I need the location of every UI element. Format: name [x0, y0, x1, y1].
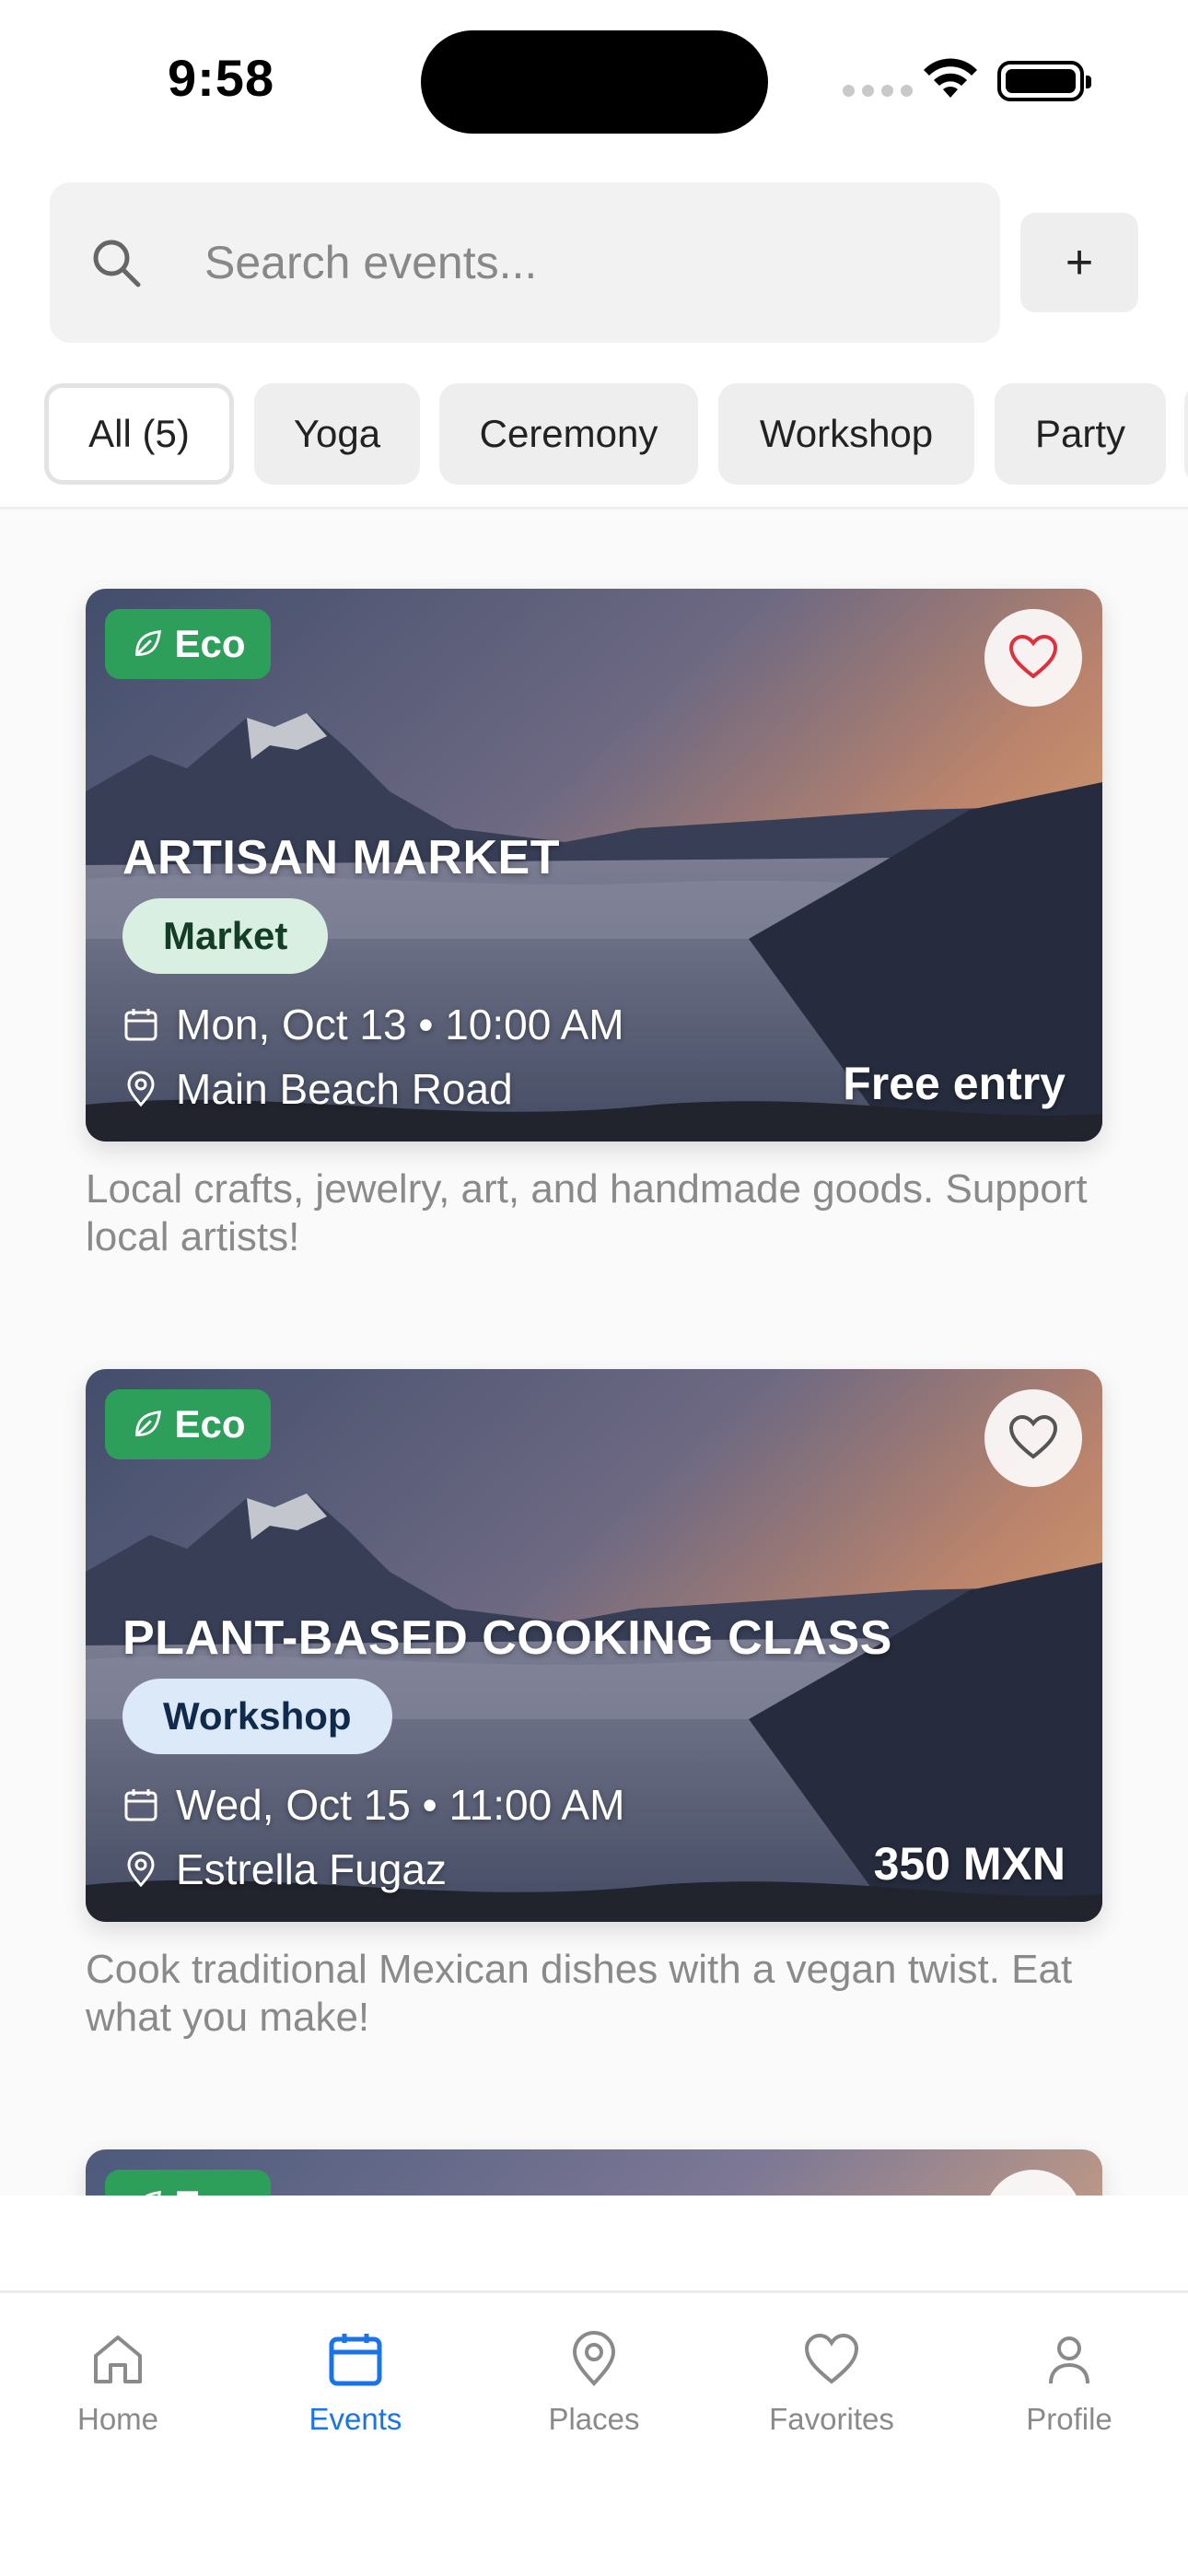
tab-events-label: Events	[309, 2402, 402, 2436]
filter-chip-yoga[interactable]: Yoga	[254, 383, 420, 485]
event-price: Free entry	[843, 1058, 1066, 1109]
event-card[interactable]: Eco PLANT-BASED COOKING CLASS Workshop W…	[86, 1369, 1102, 2042]
status-bar: 9:58	[0, 0, 1188, 157]
tab-home[interactable]: Home	[17, 2330, 219, 2468]
tab-favorites[interactable]: Favorites	[730, 2330, 933, 2468]
event-image: Eco ARTISAN MARKET Market Mon, Oct 13 • …	[86, 589, 1102, 1142]
event-location-text: Estrella Fugaz	[176, 1845, 448, 1893]
search-bar[interactable]	[50, 182, 1000, 343]
event-list[interactable]: Eco ARTISAN MARKET Market Mon, Oct 13 • …	[0, 509, 1188, 2195]
filter-chip-party[interactable]: Party	[995, 383, 1166, 485]
event-datetime: Mon, Oct 13 • 10:00 AM	[122, 1000, 624, 1049]
tab-places-label: Places	[548, 2402, 640, 2436]
event-datetime-text: Mon, Oct 13 • 10:00 AM	[176, 1001, 624, 1048]
search-icon	[93, 240, 141, 287]
events-screen: 9:58 + All (5) Yoga Ceremony Workshop Pa…	[0, 0, 1188, 2576]
event-image: Eco	[86, 2149, 1102, 2195]
home-icon	[94, 2336, 142, 2383]
tab-places[interactable]: Places	[493, 2330, 695, 2468]
heart-outline-icon	[1008, 1414, 1058, 1459]
leaf-icon	[135, 1411, 162, 1436]
user-icon	[1049, 2336, 1089, 2384]
event-title: ARTISAN MARKET	[122, 831, 560, 884]
tab-home-label: Home	[76, 2402, 159, 2436]
eco-badge-label: Eco	[174, 1402, 246, 1446]
filter-chip-all[interactable]: All (5)	[44, 383, 234, 485]
event-image: Eco PLANT-BASED COOKING CLASS Workshop W…	[86, 1369, 1102, 1922]
leaf-icon	[135, 630, 162, 656]
calendar-icon	[329, 2334, 382, 2386]
favorite-button[interactable]	[984, 609, 1082, 707]
filter-chip-more[interactable]	[1184, 383, 1188, 485]
calendar-icon	[124, 1789, 157, 1821]
search-input[interactable]	[204, 219, 960, 306]
battery-icon	[997, 61, 1091, 101]
status-time: 9:58	[168, 49, 275, 107]
tab-profile[interactable]: Profile	[968, 2330, 1171, 2468]
event-location-text: Main Beach Road	[176, 1065, 513, 1113]
tab-events[interactable]: Events	[254, 2330, 457, 2468]
event-card[interactable]: Eco	[86, 2149, 1102, 2195]
add-event-button[interactable]: +	[1020, 213, 1138, 312]
category-chip: Market	[122, 898, 329, 974]
eco-badge: Eco	[105, 2170, 271, 2195]
tab-favorites-label: Favorites	[769, 2402, 894, 2436]
event-card[interactable]: Eco ARTISAN MARKET Market Mon, Oct 13 • …	[86, 589, 1102, 1261]
filter-chip-workshop[interactable]: Workshop	[718, 383, 974, 485]
filter-chips: All (5) Yoga Ceremony Workshop Party	[0, 383, 1188, 488]
event-description: Cook traditional Mexican dishes with a v…	[86, 1947, 1073, 2040]
event-price: 350 MXN	[873, 1838, 1066, 1890]
eco-badge: Eco	[105, 1389, 271, 1459]
leaf-icon	[146, 2191, 162, 2195]
cellular-signal-icon	[843, 85, 913, 97]
event-description: Local crafts, jewelry, art, and handmade…	[86, 1166, 1088, 1259]
dynamic-island	[421, 30, 768, 134]
event-location: Main Beach Road	[122, 1064, 513, 1114]
event-title: PLANT-BASED COOKING CLASS	[122, 1611, 892, 1665]
map-pin-icon	[127, 1851, 155, 1888]
eco-badge: Eco	[105, 609, 271, 679]
event-location: Estrella Fugaz	[122, 1844, 447, 1894]
heart-filled-icon	[1008, 634, 1058, 679]
filter-chip-ceremony[interactable]: Ceremony	[439, 383, 698, 485]
event-datetime: Wed, Oct 15 • 11:00 AM	[122, 1780, 624, 1830]
tab-profile-label: Profile	[1026, 2402, 1112, 2436]
eco-badge-label: Eco	[174, 2183, 245, 2195]
eco-badge-label: Eco	[174, 622, 246, 665]
calendar-icon	[124, 1009, 157, 1041]
map-pin-icon	[572, 2331, 616, 2386]
bottom-tab-bar: Home Events Places Favorites Profile	[0, 2290, 1188, 2576]
category-chip: Workshop	[122, 1679, 392, 1754]
event-datetime-text: Wed, Oct 15 • 11:00 AM	[176, 1781, 625, 1829]
favorite-button[interactable]	[984, 1389, 1082, 1487]
heart-icon	[804, 2333, 859, 2384]
wifi-icon	[924, 58, 977, 98]
map-pin-icon	[127, 1071, 155, 1107]
